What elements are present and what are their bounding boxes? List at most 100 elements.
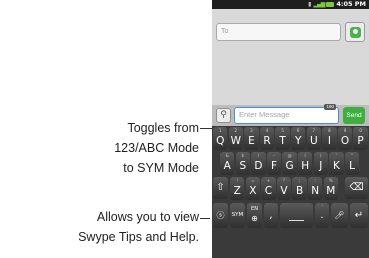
key-u[interactable]: 7U	[306, 127, 321, 150]
key-label: T	[279, 135, 286, 147]
space-key[interactable]	[280, 203, 313, 228]
key-label: D	[254, 160, 263, 172]
delete-key[interactable]: ⌫	[345, 177, 368, 199]
key-secondary-label: 1	[218, 128, 222, 133]
key-v[interactable]: ? V	[276, 177, 292, 200]
backspace-icon: ⌫	[349, 182, 364, 193]
key-secondary-label: )	[320, 153, 322, 158]
key-label: E	[248, 135, 255, 147]
enter-arrow-icon: ↵	[354, 210, 364, 221]
swype-help-key[interactable]: ⓢ	[213, 203, 228, 228]
key-secondary-label: "	[351, 153, 353, 158]
attach-button[interactable]: ⚲	[216, 108, 231, 123]
key-secondary-label: %	[328, 178, 333, 183]
key-secondary-label: 3	[250, 128, 253, 133]
key-label: J	[319, 160, 323, 172]
key-e[interactable]: 3E	[244, 127, 259, 150]
key-o[interactable]: 9O	[337, 127, 353, 150]
enter-key[interactable]: ↵	[350, 203, 368, 228]
key-s[interactable]: $ S	[235, 152, 250, 175]
sym-key-label: SYM	[231, 212, 244, 218]
key-g[interactable]: @ G	[282, 152, 297, 175]
key-n[interactable]: :N	[308, 177, 323, 200]
key-secondary-label: :	[314, 178, 316, 183]
key-d[interactable]: / D	[251, 152, 266, 175]
key-h[interactable]: (H	[298, 152, 313, 175]
key-label: A	[223, 160, 231, 172]
period-key[interactable]: ' .	[315, 203, 329, 228]
key-secondary-label: 9	[343, 128, 347, 133]
to-field[interactable]: To	[216, 23, 341, 41]
microphone-key[interactable]: 🎤︎	[331, 203, 348, 228]
signal-bars-icon: ▂▄▆	[313, 1, 325, 8]
callout-swype-help: Allows you to view Swype Tips and Help.	[78, 207, 199, 247]
phone-screen: ▮ ▂▄▆ 4:05 PM To ⚲ Enter Message 160 Sen…	[212, 0, 369, 258]
key-f[interactable]: -F	[266, 152, 282, 175]
key-c[interactable]: + C	[261, 177, 276, 200]
char-count-badge: 160	[324, 104, 336, 110]
key-p[interactable]: 0P	[353, 127, 368, 150]
key-z[interactable]: ! Z	[230, 177, 245, 200]
microphone-icon: 🎤︎	[334, 211, 345, 220]
key-y[interactable]: 6Y	[291, 127, 306, 150]
key-k[interactable]: ' K	[329, 152, 344, 175]
callout-line: Toggles from	[127, 121, 199, 135]
key-label: R	[263, 135, 271, 147]
key-secondary-label: ?	[282, 178, 286, 183]
key-secondary-label: '	[335, 153, 337, 158]
comma-key[interactable]: ,	[264, 203, 278, 228]
key-j[interactable]: ) J	[313, 152, 328, 175]
key-label: L	[349, 160, 355, 172]
message-placeholder: Enter Message	[239, 110, 290, 119]
callout-line: Swype Tips and Help.	[78, 230, 199, 244]
key-m[interactable]: % M	[323, 177, 338, 200]
key-label: Y	[294, 135, 302, 147]
language-key[interactable]: EN ⊕	[247, 203, 262, 228]
key-w[interactable]: 2W	[228, 127, 243, 150]
add-contact-button[interactable]	[345, 22, 365, 42]
key-l[interactable]: " L	[344, 152, 360, 175]
key-label: I	[327, 135, 331, 147]
key-label: M	[326, 185, 336, 197]
key-r[interactable]: 4R	[259, 127, 275, 150]
key-label: S	[239, 160, 247, 172]
add-contact-icon	[349, 26, 361, 38]
key-label: C	[264, 185, 273, 197]
key-t[interactable]: 5T	[275, 127, 290, 150]
key-label: W	[230, 135, 241, 147]
key-q[interactable]: 1Q	[213, 127, 228, 150]
lang-label: EN	[251, 206, 258, 212]
key-label: F	[270, 160, 278, 172]
send-button[interactable]: Send	[343, 107, 365, 124]
key-secondary-label: -	[273, 153, 275, 158]
key-a[interactable]: & A	[220, 152, 235, 175]
key-label: O	[340, 135, 350, 147]
swype-help-icon: ⓢ	[216, 211, 225, 220]
sym-key[interactable]: SYM	[230, 203, 245, 228]
key-secondary-label: ;	[298, 178, 301, 183]
paperclip-icon: ⚲	[220, 110, 227, 120]
key-secondary-label: 8	[328, 128, 331, 133]
key-b[interactable]: ; B	[292, 177, 307, 200]
shift-key[interactable]: ⇧	[213, 177, 228, 199]
key-secondary-label: 0	[359, 128, 362, 133]
compose-screen: To ⚲ Enter Message 160 Send	[212, 9, 369, 126]
globe-icon: ⊕	[251, 214, 258, 223]
key-secondary-label: &	[225, 153, 229, 158]
callout-line: Allows you to view	[96, 210, 199, 224]
key-label: Q	[216, 135, 225, 147]
key-label: U	[309, 135, 318, 147]
status-bar: ▮ ▂▄▆ 4:05 PM	[212, 0, 369, 9]
swype-keyboard: ⇧ ⌫ ⓢ SYM EN ⊕ , ' . 🎤︎ ↵ 1Q2 W 3 E 4 R …	[212, 126, 369, 258]
callout-line: to SYM Mode	[123, 161, 199, 175]
key-secondary-label: !	[236, 178, 238, 183]
key-label: X	[249, 185, 257, 197]
key-i[interactable]: 8I	[322, 127, 337, 150]
message-input[interactable]: Enter Message 160	[234, 104, 339, 124]
battery-icon	[326, 2, 335, 7]
key-label: N	[311, 185, 320, 197]
callout-line: 123/ABC Mode	[114, 141, 199, 155]
key-x[interactable]: = X	[245, 177, 260, 200]
key-secondary-label: =	[251, 178, 255, 183]
shift-arrow-icon: ⇧	[216, 182, 225, 193]
